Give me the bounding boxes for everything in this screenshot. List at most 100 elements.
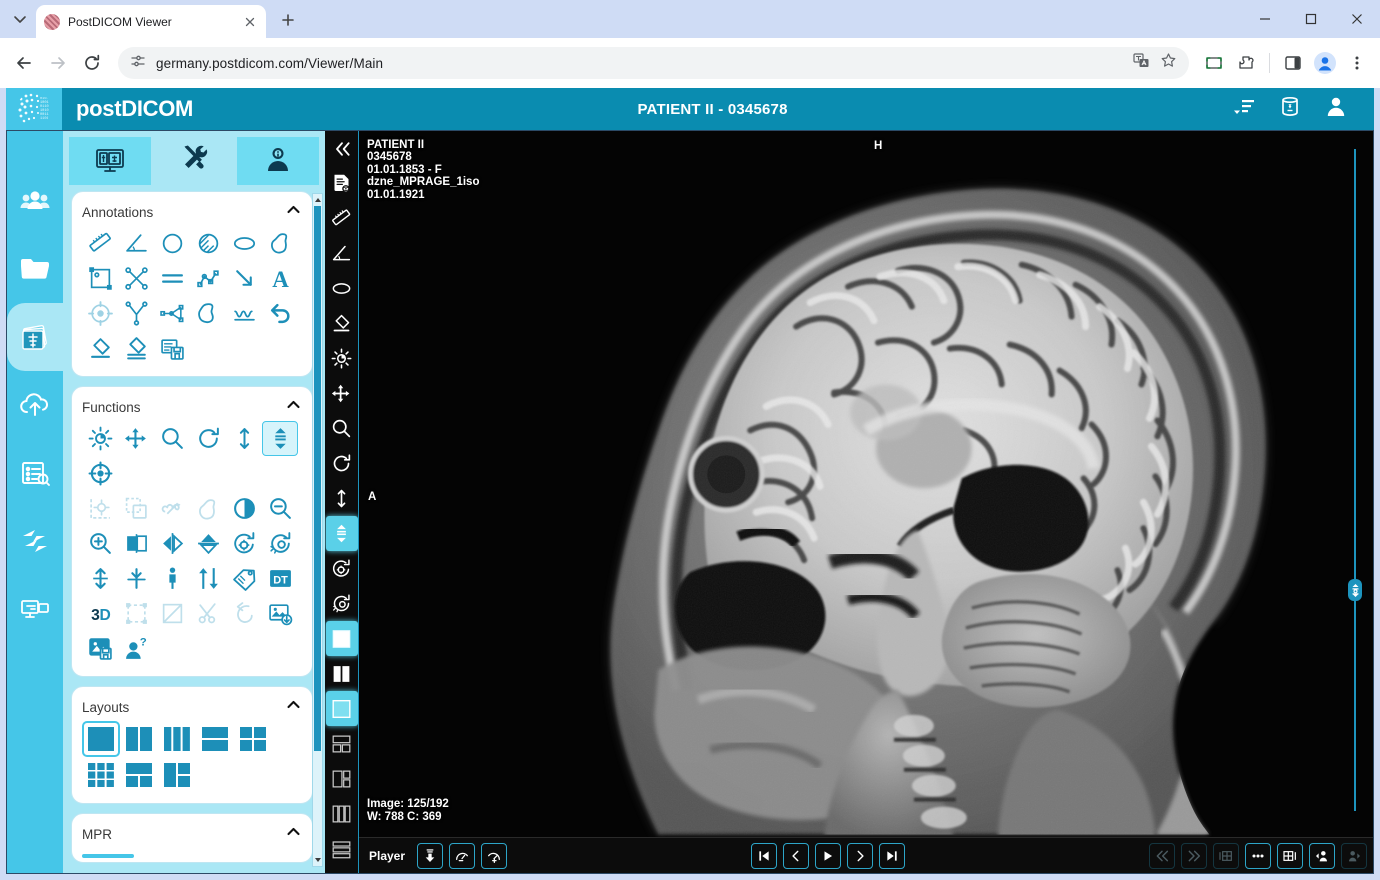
sidebar-item-upload[interactable] <box>7 371 63 439</box>
profile-avatar-icon[interactable] <box>1310 48 1340 78</box>
sidebar-item-remote[interactable] <box>7 575 63 643</box>
crop-icon[interactable] <box>118 596 154 631</box>
last-image-button[interactable] <box>879 843 905 869</box>
chevron-up-icon[interactable] <box>285 396 302 418</box>
mirror-icon[interactable] <box>154 526 190 561</box>
save-image-icon[interactable] <box>82 631 118 666</box>
ellipse-icon[interactable] <box>226 226 262 261</box>
layout-1x3[interactable] <box>159 722 195 756</box>
export-image-icon[interactable] <box>262 596 298 631</box>
close-icon[interactable] <box>242 14 258 30</box>
rotate-right-icon[interactable] <box>326 586 358 621</box>
maximize-icon[interactable] <box>1288 0 1334 38</box>
next-series-button[interactable] <box>1277 843 1303 869</box>
flip-horizontal-icon[interactable] <box>118 526 154 561</box>
dicom-viewport[interactable]: PATIENT II 0345678 01.01.1853 - F dzne_M… <box>359 131 1373 837</box>
fit-image-icon[interactable] <box>154 561 190 596</box>
pan-icon[interactable] <box>326 376 358 411</box>
fit-width-icon[interactable] <box>118 561 154 596</box>
layout-3x3[interactable] <box>83 758 119 792</box>
more-series-button[interactable] <box>1245 843 1271 869</box>
text-annotation-icon[interactable]: A <box>262 261 298 296</box>
crosshair-icon[interactable] <box>82 456 118 491</box>
erase-one-icon[interactable] <box>82 331 118 366</box>
layout-1-over-2-icon[interactable] <box>326 726 358 761</box>
cine-scroll-icon[interactable] <box>326 516 358 551</box>
freehand-icon[interactable] <box>262 226 298 261</box>
next-image-button[interactable] <box>847 843 873 869</box>
forward-arrow-icon[interactable] <box>42 47 74 79</box>
sidebar-item-images[interactable] <box>7 303 63 371</box>
cine-slider[interactable] <box>1348 149 1362 811</box>
browser-tab[interactable]: PostDICOM Viewer <box>36 5 266 38</box>
play-button[interactable] <box>815 843 841 869</box>
sort-updown-icon[interactable] <box>190 561 226 596</box>
zoom-icon[interactable] <box>326 411 358 446</box>
angle-icon[interactable] <box>118 226 154 261</box>
panel-scrollbar-thumb[interactable] <box>314 206 321 751</box>
scroll-down-icon[interactable] <box>313 854 322 866</box>
dicom-tags-icon[interactable] <box>326 166 358 201</box>
shutter-icon[interactable] <box>154 596 190 631</box>
close-icon[interactable] <box>1334 0 1380 38</box>
parallel-lines-icon[interactable] <box>154 261 190 296</box>
closed-polygon-icon[interactable] <box>190 296 226 331</box>
bone-tool-icon[interactable] <box>154 491 190 526</box>
dt-icon[interactable]: DT <box>262 561 298 596</box>
patient-query-icon[interactable]: ? <box>118 631 154 666</box>
ellipse-icon[interactable] <box>326 271 358 306</box>
cine-scroll-handle-icon[interactable] <box>1348 579 1362 601</box>
chevron-up-icon[interactable] <box>285 823 302 845</box>
site-settings-icon[interactable] <box>130 53 146 74</box>
cobb-angle-icon[interactable] <box>118 296 154 331</box>
previous-image-button[interactable] <box>783 843 809 869</box>
angle-icon[interactable] <box>326 236 358 271</box>
rewind-all-button[interactable] <box>1149 843 1175 869</box>
invert-icon[interactable] <box>226 491 262 526</box>
spine-angle-icon[interactable] <box>154 296 190 331</box>
layout-1-left-2-right-icon[interactable] <box>326 761 358 796</box>
magnify-box-icon[interactable] <box>118 491 154 526</box>
rectangle-roi-icon[interactable] <box>82 261 118 296</box>
previous-patient-button[interactable] <box>1309 843 1335 869</box>
panel-scrollbar[interactable] <box>312 193 323 867</box>
player-speed-down-button[interactable] <box>449 843 475 869</box>
scroll-up-icon[interactable] <box>313 194 322 206</box>
layout-2x1[interactable] <box>197 722 233 756</box>
layout-1x1[interactable] <box>83 722 119 756</box>
sort-descending-icon[interactable] <box>1232 95 1256 124</box>
freehand-dim-icon[interactable] <box>190 491 226 526</box>
three-d-icon[interactable]: 3D <box>82 596 118 631</box>
player-speed-up-button[interactable] <box>481 843 507 869</box>
undo-icon[interactable] <box>262 296 298 331</box>
layout-3-rows-icon[interactable] <box>326 831 358 866</box>
wave-line-icon[interactable] <box>226 296 262 331</box>
pan-icon[interactable] <box>118 421 154 456</box>
probe-target-icon[interactable] <box>82 296 118 331</box>
zoom-icon[interactable] <box>154 421 190 456</box>
layout-1x1-icon[interactable] <box>326 621 358 656</box>
next-patient-button[interactable] <box>1341 843 1367 869</box>
translate-icon[interactable] <box>1133 52 1150 74</box>
ruler-icon[interactable] <box>326 201 358 236</box>
sidebar-item-folders[interactable] <box>7 235 63 303</box>
cross-bidirectional-icon[interactable] <box>118 261 154 296</box>
minimize-icon[interactable] <box>1242 0 1288 38</box>
erase-all-icon[interactable] <box>118 331 154 366</box>
layout-1-over-2[interactable] <box>121 758 157 792</box>
collapse-panel-icon[interactable] <box>326 131 358 166</box>
functions-header[interactable]: Functions <box>82 393 302 421</box>
stack-scroll-icon[interactable] <box>226 421 262 456</box>
new-tab-button[interactable] <box>274 6 302 34</box>
recycle-bin-icon[interactable] <box>1278 95 1302 124</box>
circle-icon[interactable] <box>154 226 190 261</box>
label-tag-icon[interactable] <box>226 561 262 596</box>
windowing-icon[interactable] <box>82 421 118 456</box>
three-dot-menu-icon[interactable] <box>1342 48 1372 78</box>
windowing-icon[interactable] <box>326 341 358 376</box>
layouts-header[interactable]: Layouts <box>82 693 302 721</box>
polyline-icon[interactable] <box>190 261 226 296</box>
rotate-icon[interactable] <box>190 421 226 456</box>
previous-series-button[interactable] <box>1213 843 1239 869</box>
tab-search-icon[interactable] <box>6 5 34 33</box>
